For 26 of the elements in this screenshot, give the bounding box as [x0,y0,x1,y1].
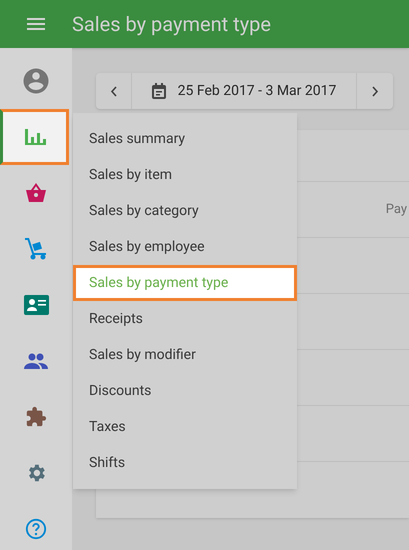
chevron-left-icon [110,86,117,96]
menu-item[interactable]: Sales summary [73,121,297,157]
help-icon [25,518,47,540]
menu-item[interactable]: Sales by employee [73,229,297,265]
menu-item[interactable]: Sales by category [73,193,297,229]
column-header: Pay [386,200,407,219]
menu-item[interactable]: Receipts [73,301,297,337]
menu-item[interactable]: Discounts [73,373,297,409]
id-card-icon [24,295,48,315]
chevron-right-icon [372,86,378,96]
menu-item[interactable]: Shifts [73,445,297,481]
hand-truck-icon [23,236,49,262]
basket-icon [24,182,48,204]
people-icon [24,353,48,369]
calendar-icon [152,83,166,99]
bar-chart-icon [24,127,46,147]
date-range-picker[interactable]: 25 Feb 2017 - 3 Mar 2017 [132,73,357,109]
menu-item[interactable]: Sales by modifier [73,337,297,373]
menu-item[interactable]: Sales by item [73,157,297,193]
puzzle-icon [25,406,47,428]
menu-item[interactable]: Taxes [73,409,297,445]
date-range-text: 25 Feb 2017 - 3 Mar 2017 [178,82,336,100]
sidebar-item[interactable] [0,109,69,165]
account-icon [21,66,51,96]
page-title: Sales by payment type [72,11,272,38]
menu-icon[interactable] [27,18,45,30]
